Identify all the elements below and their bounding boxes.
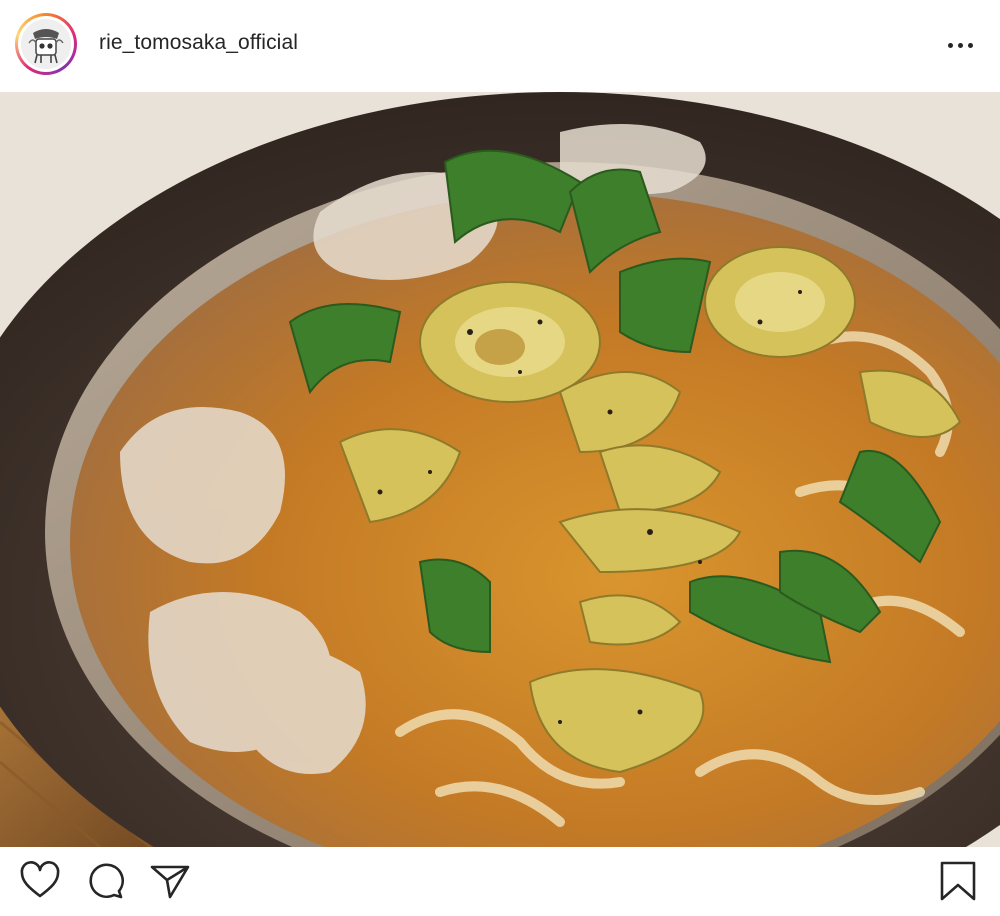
paper-plane-icon[interactable] bbox=[148, 859, 192, 903]
story-ring[interactable] bbox=[15, 13, 77, 75]
post-actions bbox=[0, 847, 1000, 916]
more-options-icon[interactable] bbox=[935, 30, 985, 60]
post-photo[interactable] bbox=[0, 92, 1000, 847]
ramen-photo bbox=[0, 92, 1000, 847]
username-link[interactable]: rie_tomosaka_official bbox=[99, 31, 298, 55]
comment-bubble-icon[interactable] bbox=[83, 859, 127, 903]
avatar[interactable] bbox=[18, 16, 74, 72]
post-header: rie_tomosaka_official bbox=[0, 0, 1000, 92]
avatar-illustration-icon bbox=[21, 19, 71, 69]
bookmark-icon[interactable] bbox=[936, 859, 980, 903]
heart-icon[interactable] bbox=[18, 859, 62, 903]
